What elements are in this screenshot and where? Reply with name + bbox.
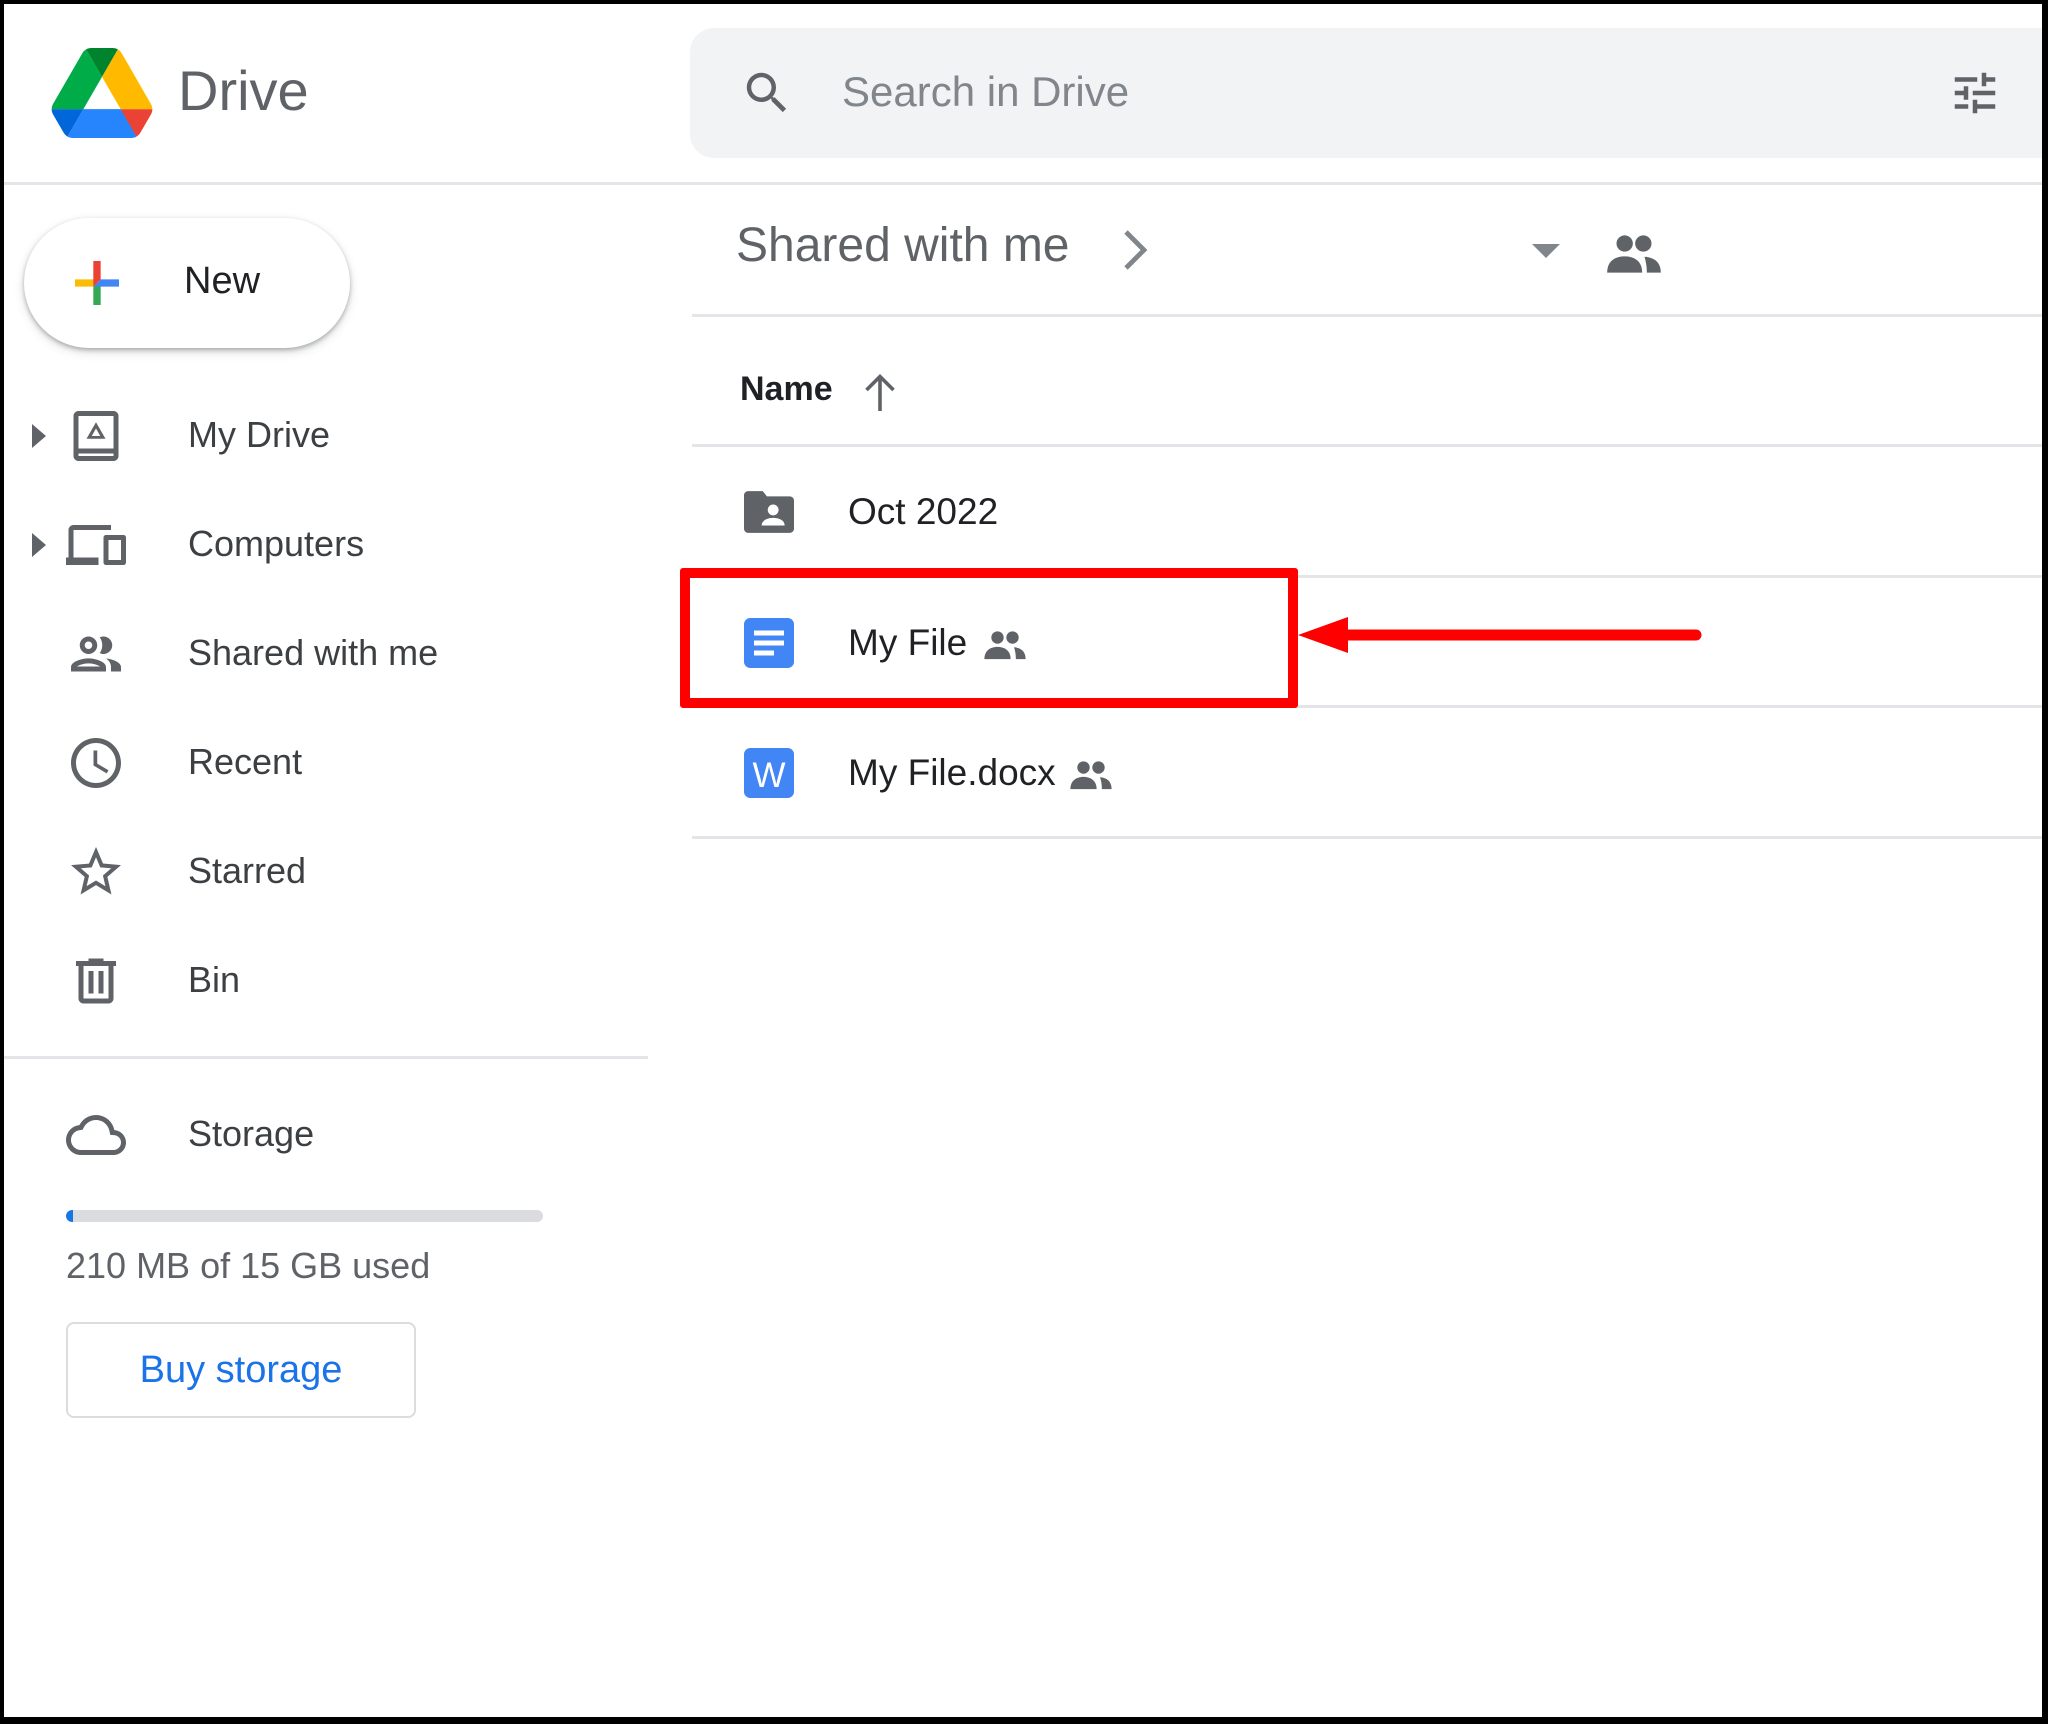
google-drive-logo[interactable] <box>50 48 154 138</box>
storage-progress-bar <box>66 1210 543 1222</box>
sidebar-item-label: Storage <box>188 1113 315 1154</box>
computers-icon <box>66 525 126 565</box>
trash-icon <box>76 958 116 1004</box>
breadcrumb-divider <box>692 314 2044 317</box>
arrow-drop-down-icon[interactable] <box>1532 244 1560 258</box>
my-drive-icon <box>73 411 119 461</box>
google-docs-icon <box>744 618 794 668</box>
storage-usage-text: 210 MB of 15 GB used <box>66 1245 431 1286</box>
cloud-icon <box>66 1115 126 1155</box>
sidebar-item-starred[interactable]: Starred <box>4 822 644 922</box>
expand-caret-icon[interactable] <box>32 533 46 557</box>
file-name[interactable]: Oct 2022 <box>848 491 998 533</box>
expand-caret-icon[interactable] <box>32 424 46 448</box>
plus-icon <box>75 261 119 305</box>
sidebar-item-recent[interactable]: Recent <box>4 713 644 813</box>
word-doc-icon: W <box>744 748 794 798</box>
sidebar-item-bin[interactable]: Bin <box>4 931 644 1031</box>
shared-people-icon <box>984 631 1026 660</box>
file-row[interactable]: My File <box>692 578 2044 706</box>
buy-storage-button[interactable]: Buy storage <box>66 1322 416 1418</box>
arrow-up-icon[interactable] <box>862 372 898 414</box>
column-header-name[interactable]: Name <box>740 370 833 409</box>
file-row[interactable]: Oct 2022 <box>692 447 2044 575</box>
new-button-label: New <box>184 260 261 302</box>
sidebar-item-label: Computers <box>188 523 365 564</box>
tune-icon[interactable] <box>1948 66 2002 120</box>
people-icon[interactable] <box>1606 232 1662 276</box>
sidebar-item-label: My Drive <box>188 414 330 455</box>
shared-people-icon <box>71 636 121 672</box>
svg-text:W: W <box>752 756 785 795</box>
star-icon <box>71 847 121 895</box>
sidebar-divider <box>4 1056 648 1059</box>
file-row[interactable]: W My File.docx <box>692 708 2044 836</box>
sidebar-item-storage[interactable]: Storage <box>4 1085 644 1185</box>
header-divider <box>4 182 2044 185</box>
search-input[interactable] <box>842 62 1742 122</box>
file-name[interactable]: My File.docx <box>848 752 1056 794</box>
sidebar-item-label: Bin <box>188 959 241 1000</box>
sidebar-item-label: Starred <box>188 850 307 891</box>
sidebar-item-computers[interactable]: Computers <box>4 495 644 595</box>
clock-icon <box>71 738 121 788</box>
sidebar-item-my-drive[interactable]: My Drive <box>4 386 644 486</box>
app-title: Drive <box>178 59 309 122</box>
row-divider <box>692 836 2044 839</box>
chevron-right-icon <box>1124 230 1148 270</box>
shared-people-icon <box>1070 761 1112 790</box>
sidebar-item-label: Shared with me <box>188 632 439 673</box>
sidebar-item-shared-with-me[interactable]: Shared with me <box>4 604 644 704</box>
sidebar-item-label: Recent <box>188 741 303 782</box>
search-icon[interactable] <box>740 66 794 120</box>
shared-folder-icon <box>744 491 794 533</box>
breadcrumb-title[interactable]: Shared with me <box>736 218 1070 273</box>
storage-progress-fill <box>66 1210 73 1222</box>
file-name[interactable]: My File <box>848 622 967 664</box>
